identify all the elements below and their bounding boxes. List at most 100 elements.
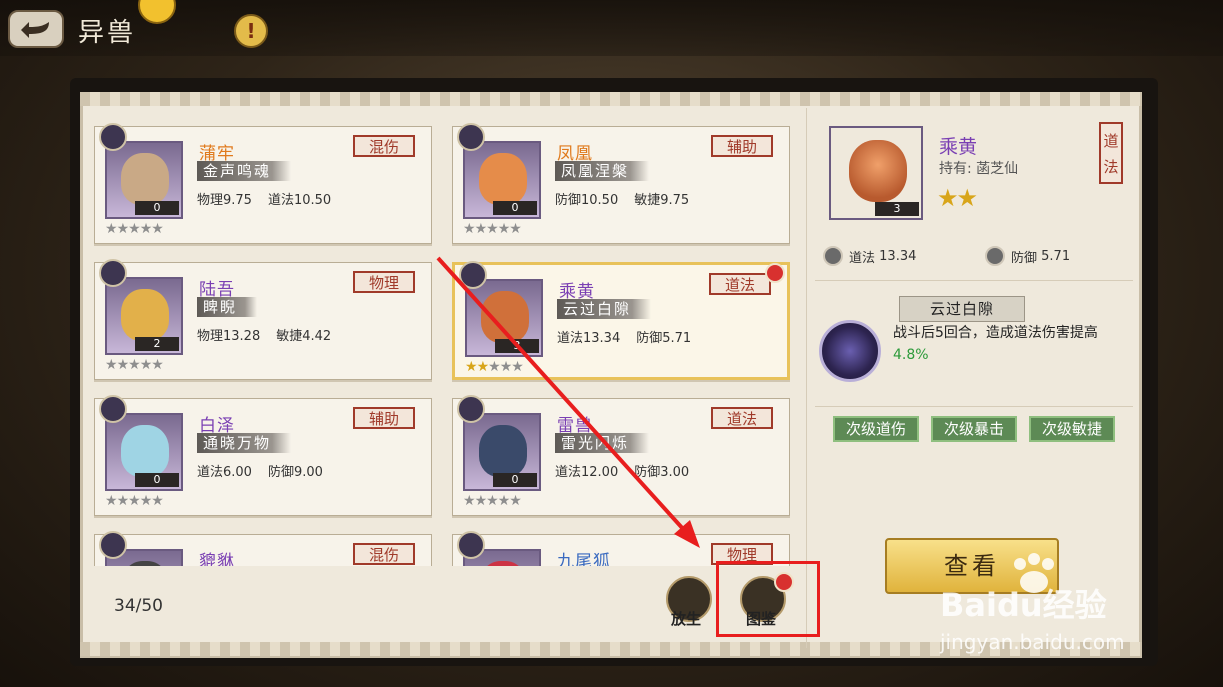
skill-icon[interactable]: [819, 320, 881, 382]
beast-skill: 凤凰涅槃: [555, 161, 650, 181]
stat-value: 物理13.28: [197, 329, 261, 344]
beast-image: [479, 153, 527, 205]
skill-title: 云过白隙: [899, 296, 1025, 322]
beast-stats: 物理9.75 道法10.50: [197, 189, 347, 208]
watermark-url: jingyan.baidu.com: [940, 630, 1125, 654]
detail-portrait: 3: [829, 126, 923, 220]
beast-portrait: 0: [463, 141, 541, 219]
owner-avatar: [99, 259, 127, 287]
beast-type-badge: 辅助: [353, 407, 415, 429]
beast-card[interactable]: 0 蒲牢 金声鸣魂 物理9.75 道法10.50 混伤 ★★★★★: [94, 123, 432, 244]
beast-image: [121, 425, 169, 477]
beast-stars: ★★★★★: [105, 357, 164, 373]
back-button[interactable]: [8, 10, 64, 48]
watermark-logo: Baidu经验: [940, 586, 1107, 624]
beast-list[interactable]: 0 蒲牢 金声鸣魂 物理9.75 道法10.50 混伤 ★★★★★ 0 凤凰 凤凰涅槃 防御10.5…: [88, 108, 802, 566]
owner-avatar: [99, 123, 127, 151]
beast-portrait: 0: [105, 413, 183, 491]
attr-label: 道法: [849, 250, 876, 266]
detail-type-badge: 道法: [1099, 122, 1123, 184]
info-icon[interactable]: !: [234, 14, 268, 48]
beast-skill: 雷光闪烁: [555, 433, 650, 453]
beast-card[interactable]: 2 陆吾 睥睨 物理13.28 敏捷4.42 物理 ★★★★★: [94, 259, 432, 380]
stat-value: 道法12.00: [555, 465, 619, 480]
stat-value: 防御3.00: [634, 465, 690, 480]
owner-avatar: [457, 123, 485, 151]
owner-avatar: [459, 261, 487, 289]
beast-type-badge: 道法: [709, 273, 771, 295]
beast-card[interactable]: 0 凤凰 凤凰涅槃 防御10.50 敏捷9.75 辅助 ★★★★★: [452, 123, 790, 244]
beast-portrait: 3: [465, 279, 543, 357]
release-label: 放生: [671, 610, 702, 628]
skill-desc-value: 4.8%: [893, 347, 929, 363]
beast-type-badge: 道法: [711, 407, 773, 429]
beast-image: [481, 291, 529, 343]
page-title: 异兽: [78, 18, 137, 48]
beast-card[interactable]: 0 白泽 通晓万物 道法6.00 防御9.00 辅助 ★★★★★: [94, 395, 432, 516]
attr-value: 5.71: [1041, 248, 1071, 264]
beast-card[interactable]: 貔貅混伤★★★★★: [94, 531, 432, 566]
beast-image: [121, 153, 169, 205]
beast-portrait: 2: [105, 277, 183, 355]
beast-image: [849, 140, 907, 202]
magic-icon: [823, 246, 843, 266]
annotation-highlight-box: [716, 561, 820, 637]
detail-name: 乘黄: [939, 136, 978, 158]
beast-count-badge: 0: [493, 201, 537, 215]
skill-desc-text: 战斗后5回合，造成道法伤害提高: [893, 325, 1098, 341]
beast-stats: 物理13.28 敏捷4.42: [197, 325, 347, 344]
currency-icon: [138, 0, 176, 24]
beast-stats: 道法6.00 防御9.00: [197, 461, 339, 480]
tag-agility[interactable]: 次级敏捷: [1029, 416, 1115, 442]
beast-stars: ★★★★★: [463, 221, 522, 237]
beast-stats: 道法12.00 防御3.00: [555, 461, 705, 480]
attr-label: 防御: [1011, 250, 1038, 266]
beast-type-badge: 辅助: [711, 135, 773, 157]
beast-card[interactable]: 0 雷兽 雷光闪烁 道法12.00 防御3.00 道法 ★★★★★: [452, 395, 790, 516]
owner-avatar: [99, 531, 127, 559]
beast-stars: ★★★★★: [463, 493, 522, 509]
beast-type-badge: 物理: [353, 271, 415, 293]
attr-value: 13.34: [879, 248, 917, 264]
stat-value: 防御5.71: [636, 331, 692, 346]
beast-count-badge: 0: [135, 201, 179, 215]
stat-value: 敏捷4.42: [276, 329, 332, 344]
beast-image: [121, 289, 169, 341]
stat-value: 防御10.50: [555, 193, 619, 208]
stat-value: 道法13.34: [557, 331, 621, 346]
beast-stats: 道法13.34 防御5.71: [557, 327, 707, 346]
beast-stars: ★★★★★: [465, 359, 524, 375]
beast-portrait: 0: [463, 413, 541, 491]
notification-dot: [765, 263, 785, 283]
detail-panel: 3 乘黄 持有: 菡芝仙 ★★ 道法 道法 13.34 防御 5.71 云过白隙…: [806, 108, 1141, 648]
beast-count-badge: 0: [135, 473, 179, 487]
back-arrow-icon: [21, 22, 49, 38]
stat-value: 道法6.00: [197, 465, 252, 480]
tag-magic-damage[interactable]: 次级道伤: [833, 416, 919, 442]
defense-icon: [985, 246, 1005, 266]
beast-stats: 防御10.50 敏捷9.75: [555, 189, 705, 208]
tag-crit[interactable]: 次级暴击: [931, 416, 1017, 442]
attr-defense: 防御 5.71: [985, 246, 1070, 266]
stat-value: 敏捷9.75: [634, 193, 690, 208]
divider: [815, 406, 1133, 407]
divider: [815, 280, 1133, 281]
beast-skill: 云过白隙: [557, 299, 652, 319]
stat-value: 防御9.00: [267, 465, 323, 480]
beast-card[interactable]: 3 乘黄 云过白隙 道法13.34 防御5.71 道法 ★★★★★: [452, 261, 790, 380]
beast-skill: 金声鸣魂: [197, 161, 292, 181]
beast-type-badge: 混伤: [353, 135, 415, 157]
owner-avatar: [457, 531, 485, 559]
detail-stars: ★★: [937, 184, 978, 212]
beast-type-badge: 混伤: [353, 543, 415, 565]
beast-portrait: 0: [105, 141, 183, 219]
top-bar: 异兽 !: [0, 0, 1223, 56]
beast-skill: 通晓万物: [197, 433, 292, 453]
detail-owner: 持有: 菡芝仙: [939, 161, 1019, 177]
attr-magic: 道法 13.34: [823, 246, 916, 266]
skill-description: 战斗后5回合，造成道法伤害提高 4.8%: [893, 322, 1133, 366]
beast-name: 九尾狐: [557, 552, 611, 566]
beast-count-badge: 0: [493, 473, 537, 487]
beast-count-badge: 3: [495, 339, 539, 353]
panel-border-top: [80, 92, 1142, 106]
